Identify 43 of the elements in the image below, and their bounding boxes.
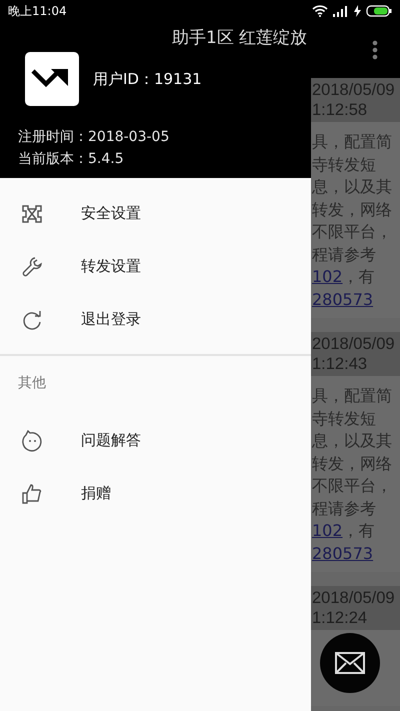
message-text: 息，以及其 bbox=[312, 431, 392, 450]
app-title: 助手1区 红莲绽放 bbox=[172, 27, 308, 49]
user-id: 用户ID：19131 bbox=[93, 70, 202, 88]
message-text: 不限平台， bbox=[312, 222, 392, 241]
refresh-icon bbox=[21, 308, 43, 330]
message-text: 息，以及其 bbox=[312, 177, 392, 196]
thumbs-up-icon bbox=[21, 482, 43, 504]
wifi-icon bbox=[312, 5, 328, 17]
overflow-menu-icon[interactable] bbox=[372, 40, 378, 60]
envelope-icon bbox=[335, 652, 365, 674]
menu-item[interactable]: 转发设置 bbox=[0, 240, 311, 293]
message-text: 转发，网络 bbox=[312, 454, 392, 472]
message-time: 1:12:58 bbox=[312, 100, 368, 120]
menu-item[interactable]: 退出登录 bbox=[0, 293, 311, 346]
message-text: 不限平台， bbox=[312, 476, 392, 495]
message-text: ，有 bbox=[342, 521, 375, 540]
message-time: 1:12:43 bbox=[312, 354, 368, 374]
message-text: 程请参考 bbox=[312, 244, 376, 264]
battery-icon bbox=[366, 5, 392, 17]
status-time: 晚上11:04 bbox=[8, 2, 67, 20]
smiley-icon bbox=[21, 430, 43, 452]
message-text: 寺转发短 bbox=[312, 408, 376, 428]
message-text: 具，配置简 bbox=[312, 386, 392, 405]
app-version: 当前版本：5.4.5 bbox=[18, 150, 125, 169]
menu-item[interactable]: 问题解答 bbox=[0, 414, 311, 467]
registration-date: 注册时间：2018-03-05 bbox=[18, 128, 170, 147]
menu-item[interactable]: 安全设置 bbox=[0, 187, 311, 240]
message-time: 1:12:24 bbox=[312, 608, 368, 628]
message-date: 2018/05/09 bbox=[312, 80, 396, 100]
message-text: ，有 bbox=[342, 267, 375, 286]
wrench-icon bbox=[21, 256, 43, 278]
signal-icon bbox=[333, 6, 349, 16]
menu-item[interactable]: 捐赠 bbox=[0, 467, 311, 520]
message-text: 转发，网络 bbox=[312, 200, 392, 218]
message-date: 2018/05/09 bbox=[312, 588, 396, 608]
message-text: 寺转发短 bbox=[312, 154, 376, 174]
section-label: 其他 bbox=[17, 374, 47, 393]
message-text: 程请参考 bbox=[312, 498, 376, 518]
frame-icon bbox=[21, 204, 43, 224]
message-date: 2018/05/09 bbox=[312, 334, 396, 354]
logo-icon bbox=[25, 52, 79, 106]
message-text: 具，配置简 bbox=[312, 132, 392, 151]
charging-icon bbox=[354, 5, 361, 17]
